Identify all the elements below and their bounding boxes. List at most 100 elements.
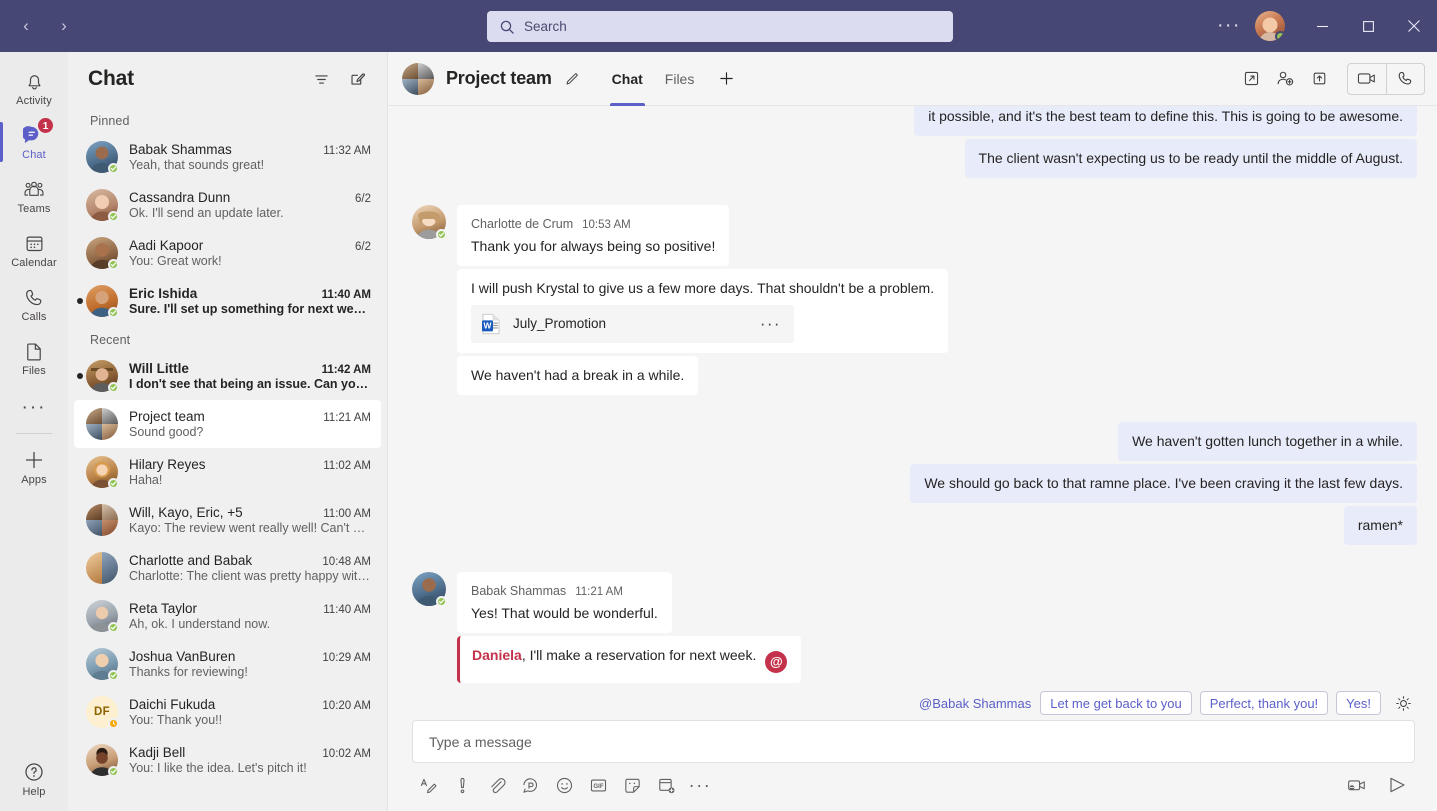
navigation-arrows: ‹ ›	[10, 10, 80, 42]
message-bubble[interactable]: I will push Krystal to give us a few mor…	[457, 269, 948, 353]
tab-chat[interactable]: Chat	[601, 52, 654, 106]
list-item[interactable]: Cassandra Dunn 6/2 Ok. I'll send an upda…	[74, 181, 381, 229]
suggested-reply-chip-2[interactable]: Perfect, thank you!	[1200, 691, 1328, 715]
close-button[interactable]	[1391, 0, 1437, 52]
sidebar-item-chat[interactable]: 1 Chat	[0, 115, 68, 169]
list-item-name: Babak Shammas	[129, 142, 315, 157]
chat-list-scroll[interactable]: Pinned Babak Shammas 11:32 AM	[68, 106, 387, 811]
list-item[interactable]: Will, Kayo, Eric, +5 11:00 AM Kayo: The …	[74, 496, 381, 544]
giphy-icon[interactable]: GIF	[582, 769, 614, 801]
message-text: I will push Krystal to give us a few mor…	[471, 280, 934, 296]
rail-more-apps-button[interactable]: ···	[0, 385, 68, 431]
message-bubble[interactable]: it possible, and it's the best team to d…	[914, 106, 1417, 136]
list-item[interactable]: Will Little 11:42 AM I don't see that be…	[74, 352, 381, 400]
open-in-new-window-icon[interactable]	[1235, 63, 1267, 95]
format-icon[interactable]	[412, 769, 444, 801]
sticker-icon[interactable]	[616, 769, 648, 801]
message-bubble[interactable]: We should go back to that ramne place. I…	[910, 464, 1417, 503]
attach-icon[interactable]	[480, 769, 512, 801]
meeting-icon[interactable]	[650, 769, 682, 801]
message-bubble[interactable]: We haven't gotten lunch together in a wh…	[1118, 422, 1417, 461]
avatar: DF	[86, 696, 118, 728]
suggested-reply-chip-1[interactable]: Let me get back to you	[1040, 691, 1192, 715]
list-item[interactable]: Babak Shammas 11:32 AM Yeah, that sounds…	[74, 133, 381, 181]
loop-icon[interactable]	[514, 769, 546, 801]
sidebar-item-calls[interactable]: Calls	[0, 277, 68, 331]
message-text: We haven't had a break in a while.	[471, 367, 684, 383]
audio-call-icon[interactable]	[1386, 64, 1424, 94]
message-author: Babak Shammas	[471, 581, 566, 601]
message-bubble[interactable]: We haven't had a break in a while.	[457, 356, 698, 395]
file-attachment-card[interactable]: W July_Promotion ···	[471, 305, 794, 343]
add-tab-icon[interactable]	[711, 64, 741, 94]
priority-icon[interactable]	[446, 769, 478, 801]
calendar-icon	[24, 231, 45, 255]
teams-icon	[22, 177, 46, 201]
list-item[interactable]: DF Daichi Fukuda 10:20 AM You: Thank you…	[74, 688, 381, 736]
send-icon[interactable]	[1381, 769, 1413, 801]
video-call-icon[interactable]	[1348, 64, 1386, 94]
file-icon	[24, 339, 44, 363]
sidebar-item-files[interactable]: Files	[0, 331, 68, 385]
share-to-icon[interactable]	[1303, 63, 1335, 95]
mention-name: Daniela	[472, 647, 522, 663]
list-item[interactable]: Joshua VanBuren 10:29 AM Thanks for revi…	[74, 640, 381, 688]
window-controls: ···	[1211, 0, 1437, 52]
tab-files[interactable]: Files	[654, 52, 706, 106]
pencil-icon[interactable]	[559, 66, 585, 92]
video-clip-icon[interactable]	[1341, 769, 1373, 801]
more-options-icon[interactable]: ···	[684, 769, 716, 801]
suggestion-bulb-icon[interactable]	[1391, 691, 1415, 715]
conversation-title: Project team	[446, 68, 552, 89]
avatar[interactable]	[1255, 11, 1285, 41]
message-bubble[interactable]: Charlotte de Crum 10:53 AM Thank you for…	[457, 205, 729, 266]
list-item[interactable]: Reta Taylor 11:40 AM Ah, ok. I understan…	[74, 592, 381, 640]
list-item-name: Hilary Reyes	[129, 457, 315, 472]
forward-button[interactable]: ›	[48, 10, 80, 42]
message-text: Yes! That would be wonderful.	[471, 605, 658, 621]
message-bubble[interactable]: ramen*	[1344, 506, 1417, 545]
message-input[interactable]: Type a message	[412, 720, 1415, 763]
presence-available-badge	[108, 211, 119, 222]
avatar	[86, 141, 118, 173]
list-item-preview: Sure. I'll set up something for next wee…	[129, 302, 371, 316]
filter-icon[interactable]	[305, 63, 337, 95]
add-people-icon[interactable]	[1269, 63, 1301, 95]
back-button[interactable]: ‹	[10, 10, 42, 42]
suggested-replies: @Babak Shammas Let me get back to you Pe…	[388, 686, 1437, 720]
list-item[interactable]: Charlotte and Babak 10:48 AM Charlotte: …	[74, 544, 381, 592]
list-item-project-team[interactable]: Project team 11:21 AM Sound good?	[74, 400, 381, 448]
file-more-options-button[interactable]: ···	[755, 314, 786, 334]
message-bubble-mention[interactable]: Daniela, I'll make a reservation for nex…	[457, 636, 801, 683]
message-text: it possible, and it's the best team to d…	[928, 108, 1403, 124]
sidebar-item-activity[interactable]: Activity	[0, 61, 68, 115]
list-item-time: 11:42 AM	[322, 364, 371, 376]
emoji-icon[interactable]	[548, 769, 580, 801]
list-item[interactable]: Kadji Bell 10:02 AM You: I like the idea…	[74, 736, 381, 784]
sidebar-item-label: Teams	[18, 203, 51, 215]
search-bar[interactable]: Search	[487, 11, 953, 42]
sidebar-item-calendar[interactable]: Calendar	[0, 223, 68, 277]
new-chat-icon[interactable]	[341, 63, 373, 95]
sidebar-item-apps[interactable]: Apps	[0, 440, 68, 494]
list-item[interactable]: Hilary Reyes 11:02 AM Haha!	[74, 448, 381, 496]
list-item[interactable]: Eric Ishida 11:40 AM Sure. I'll set up s…	[74, 277, 381, 325]
maximize-button[interactable]	[1345, 0, 1391, 52]
bell-icon	[24, 69, 45, 93]
avatar	[412, 205, 446, 239]
list-item[interactable]: Aadi Kapoor 6/2 You: Great work!	[74, 229, 381, 277]
message-bubble[interactable]: Babak Shammas 11:21 AM Yes! That would b…	[457, 572, 672, 633]
chat-icon: 1	[23, 123, 45, 147]
sidebar-item-teams[interactable]: Teams	[0, 169, 68, 223]
message-text: We haven't gotten lunch together in a wh…	[1132, 433, 1403, 449]
suggested-reply-chip-3[interactable]: Yes!	[1336, 691, 1381, 715]
list-item-name: Aadi Kapoor	[129, 238, 347, 253]
minimize-button[interactable]	[1299, 0, 1345, 52]
sidebar-item-help[interactable]: Help	[0, 757, 68, 811]
app-rail: Activity 1 Chat	[0, 52, 68, 811]
avatar	[86, 744, 118, 776]
settings-more-button[interactable]: ···	[1211, 8, 1247, 44]
compose-send-group	[1341, 769, 1415, 801]
message-list[interactable]: it possible, and it's the best team to d…	[388, 106, 1437, 686]
message-bubble[interactable]: The client wasn't expecting us to be rea…	[965, 139, 1417, 178]
